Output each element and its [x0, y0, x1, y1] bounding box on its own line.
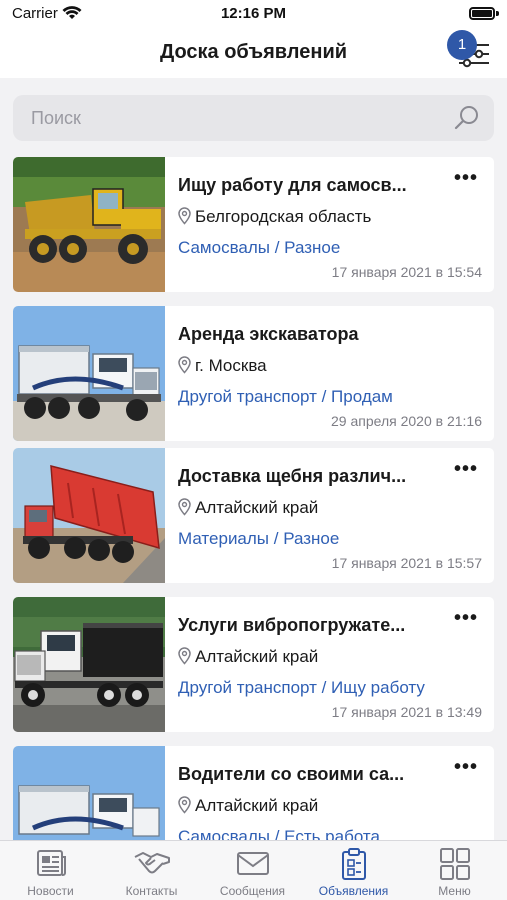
- listing-location-text: г. Москва: [195, 356, 267, 375]
- location-pin-icon: [178, 796, 191, 814]
- listing-title: Услуги вибропогружате...: [178, 615, 406, 635]
- listing-thumbnail: [13, 746, 165, 840]
- listing-location: г. Москва: [178, 356, 478, 376]
- listing-title: Аренда экскаватора: [178, 324, 359, 344]
- listing-category-link[interactable]: Другой транспорт / Ищу работу: [178, 678, 483, 698]
- search-placeholder: Поиск: [31, 108, 81, 128]
- tab-menu[interactable]: Меню: [404, 841, 505, 900]
- listing-title: Водители со своими са...: [178, 764, 405, 784]
- navigation-bar: Доска объявлений 1: [0, 28, 507, 78]
- location-pin-icon: [178, 647, 191, 665]
- listing-location: Алтайский край: [178, 796, 478, 816]
- listing-card[interactable]: Аренда экскаватора г. Москва Другой тран…: [13, 306, 494, 441]
- listing-thumbnail: [13, 597, 165, 732]
- tab-label: Меню: [438, 884, 471, 898]
- listing-location-text: Алтайский край: [195, 647, 319, 666]
- more-options-button[interactable]: •••: [450, 757, 482, 780]
- listing-location-text: Алтайский край: [195, 498, 319, 517]
- envelope-icon: [236, 852, 269, 875]
- listing-date: 17 января 2021 в 13:49: [331, 704, 482, 720]
- listing-category-link[interactable]: Материалы / Разное: [178, 529, 483, 549]
- listing-title: Ищу работу для самосв...: [178, 175, 407, 195]
- search-icon[interactable]: [454, 105, 480, 131]
- listings-list[interactable]: Ищу работу для самосв... ••• Белгородска…: [0, 150, 507, 840]
- clipboard-icon: [341, 848, 366, 880]
- tab-label: Объявления: [318, 884, 389, 898]
- grid-icon: [439, 848, 470, 880]
- tab-label: Новости: [27, 884, 74, 898]
- tab-contacts[interactable]: Контакты: [101, 841, 202, 900]
- listing-location-text: Белгородская область: [195, 207, 372, 226]
- listing-date: 29 апреля 2020 в 21:16: [331, 413, 482, 429]
- handshake-icon: [134, 852, 170, 874]
- listing-thumbnail: [13, 306, 165, 441]
- battery-icon: [469, 7, 495, 20]
- yellow-articulated-dump-truck-image: [13, 157, 165, 292]
- listing-category-link[interactable]: Самосвалы / Разное: [178, 238, 483, 258]
- tab-messages[interactable]: Сообщения: [202, 841, 303, 900]
- listing-thumbnail: [13, 157, 165, 292]
- filter-count-badge: 1: [447, 30, 477, 60]
- white-dump-truck-image: [13, 746, 165, 840]
- location-pin-icon: [178, 498, 191, 516]
- listing-thumbnail: [13, 448, 165, 583]
- battery-tip: [496, 11, 499, 16]
- location-pin-icon: [178, 207, 191, 225]
- newspaper-icon: [36, 850, 66, 876]
- page-title: Доска объявлений: [159, 41, 348, 63]
- tab-label: Сообщения: [219, 884, 286, 898]
- listing-category-link[interactable]: Самосвалы / Есть работа: [178, 827, 483, 840]
- tab-listings[interactable]: Объявления: [303, 841, 404, 900]
- listing-location: Алтайский край: [178, 498, 478, 518]
- white-dump-truck-image: [13, 306, 165, 441]
- listing-location-text: Алтайский край: [195, 796, 319, 815]
- white-black-dump-truck-image: [13, 597, 165, 732]
- more-options-button[interactable]: •••: [450, 168, 482, 191]
- tab-news[interactable]: Новости: [0, 841, 101, 900]
- red-tipper-dumping-gravel-image: [13, 448, 165, 583]
- clock: 12:16 PM: [220, 5, 287, 22]
- listing-date: 17 января 2021 в 15:57: [331, 555, 482, 571]
- listing-card[interactable]: Доставка щебня различ... ••• Алтайский к…: [13, 448, 494, 583]
- listing-card[interactable]: Услуги вибропогружате... ••• Алтайский к…: [13, 597, 494, 732]
- listing-location: Алтайский край: [178, 647, 478, 667]
- search-input[interactable]: Поиск: [13, 95, 494, 141]
- listing-card[interactable]: Ищу работу для самосв... ••• Белгородска…: [13, 157, 494, 292]
- tab-label: Контакты: [125, 884, 178, 898]
- more-options-button[interactable]: •••: [450, 608, 482, 631]
- status-bar: Carrier 12:16 PM: [0, 0, 507, 28]
- listing-card[interactable]: Водители со своими са... ••• Алтайский к…: [13, 746, 494, 840]
- listing-location: Белгородская область: [178, 207, 478, 227]
- listing-date: 17 января 2021 в 15:54: [331, 264, 482, 280]
- filter-button[interactable]: 1: [447, 30, 489, 70]
- listing-title: Доставка щебня различ...: [178, 466, 407, 486]
- tab-bar: Новости Контакты Сообщения Объявления Ме…: [0, 840, 507, 900]
- location-pin-icon: [178, 356, 191, 374]
- more-options-button[interactable]: •••: [450, 459, 482, 482]
- listing-category-link[interactable]: Другой транспорт / Продам: [178, 387, 483, 407]
- search-area: Поиск: [0, 78, 507, 150]
